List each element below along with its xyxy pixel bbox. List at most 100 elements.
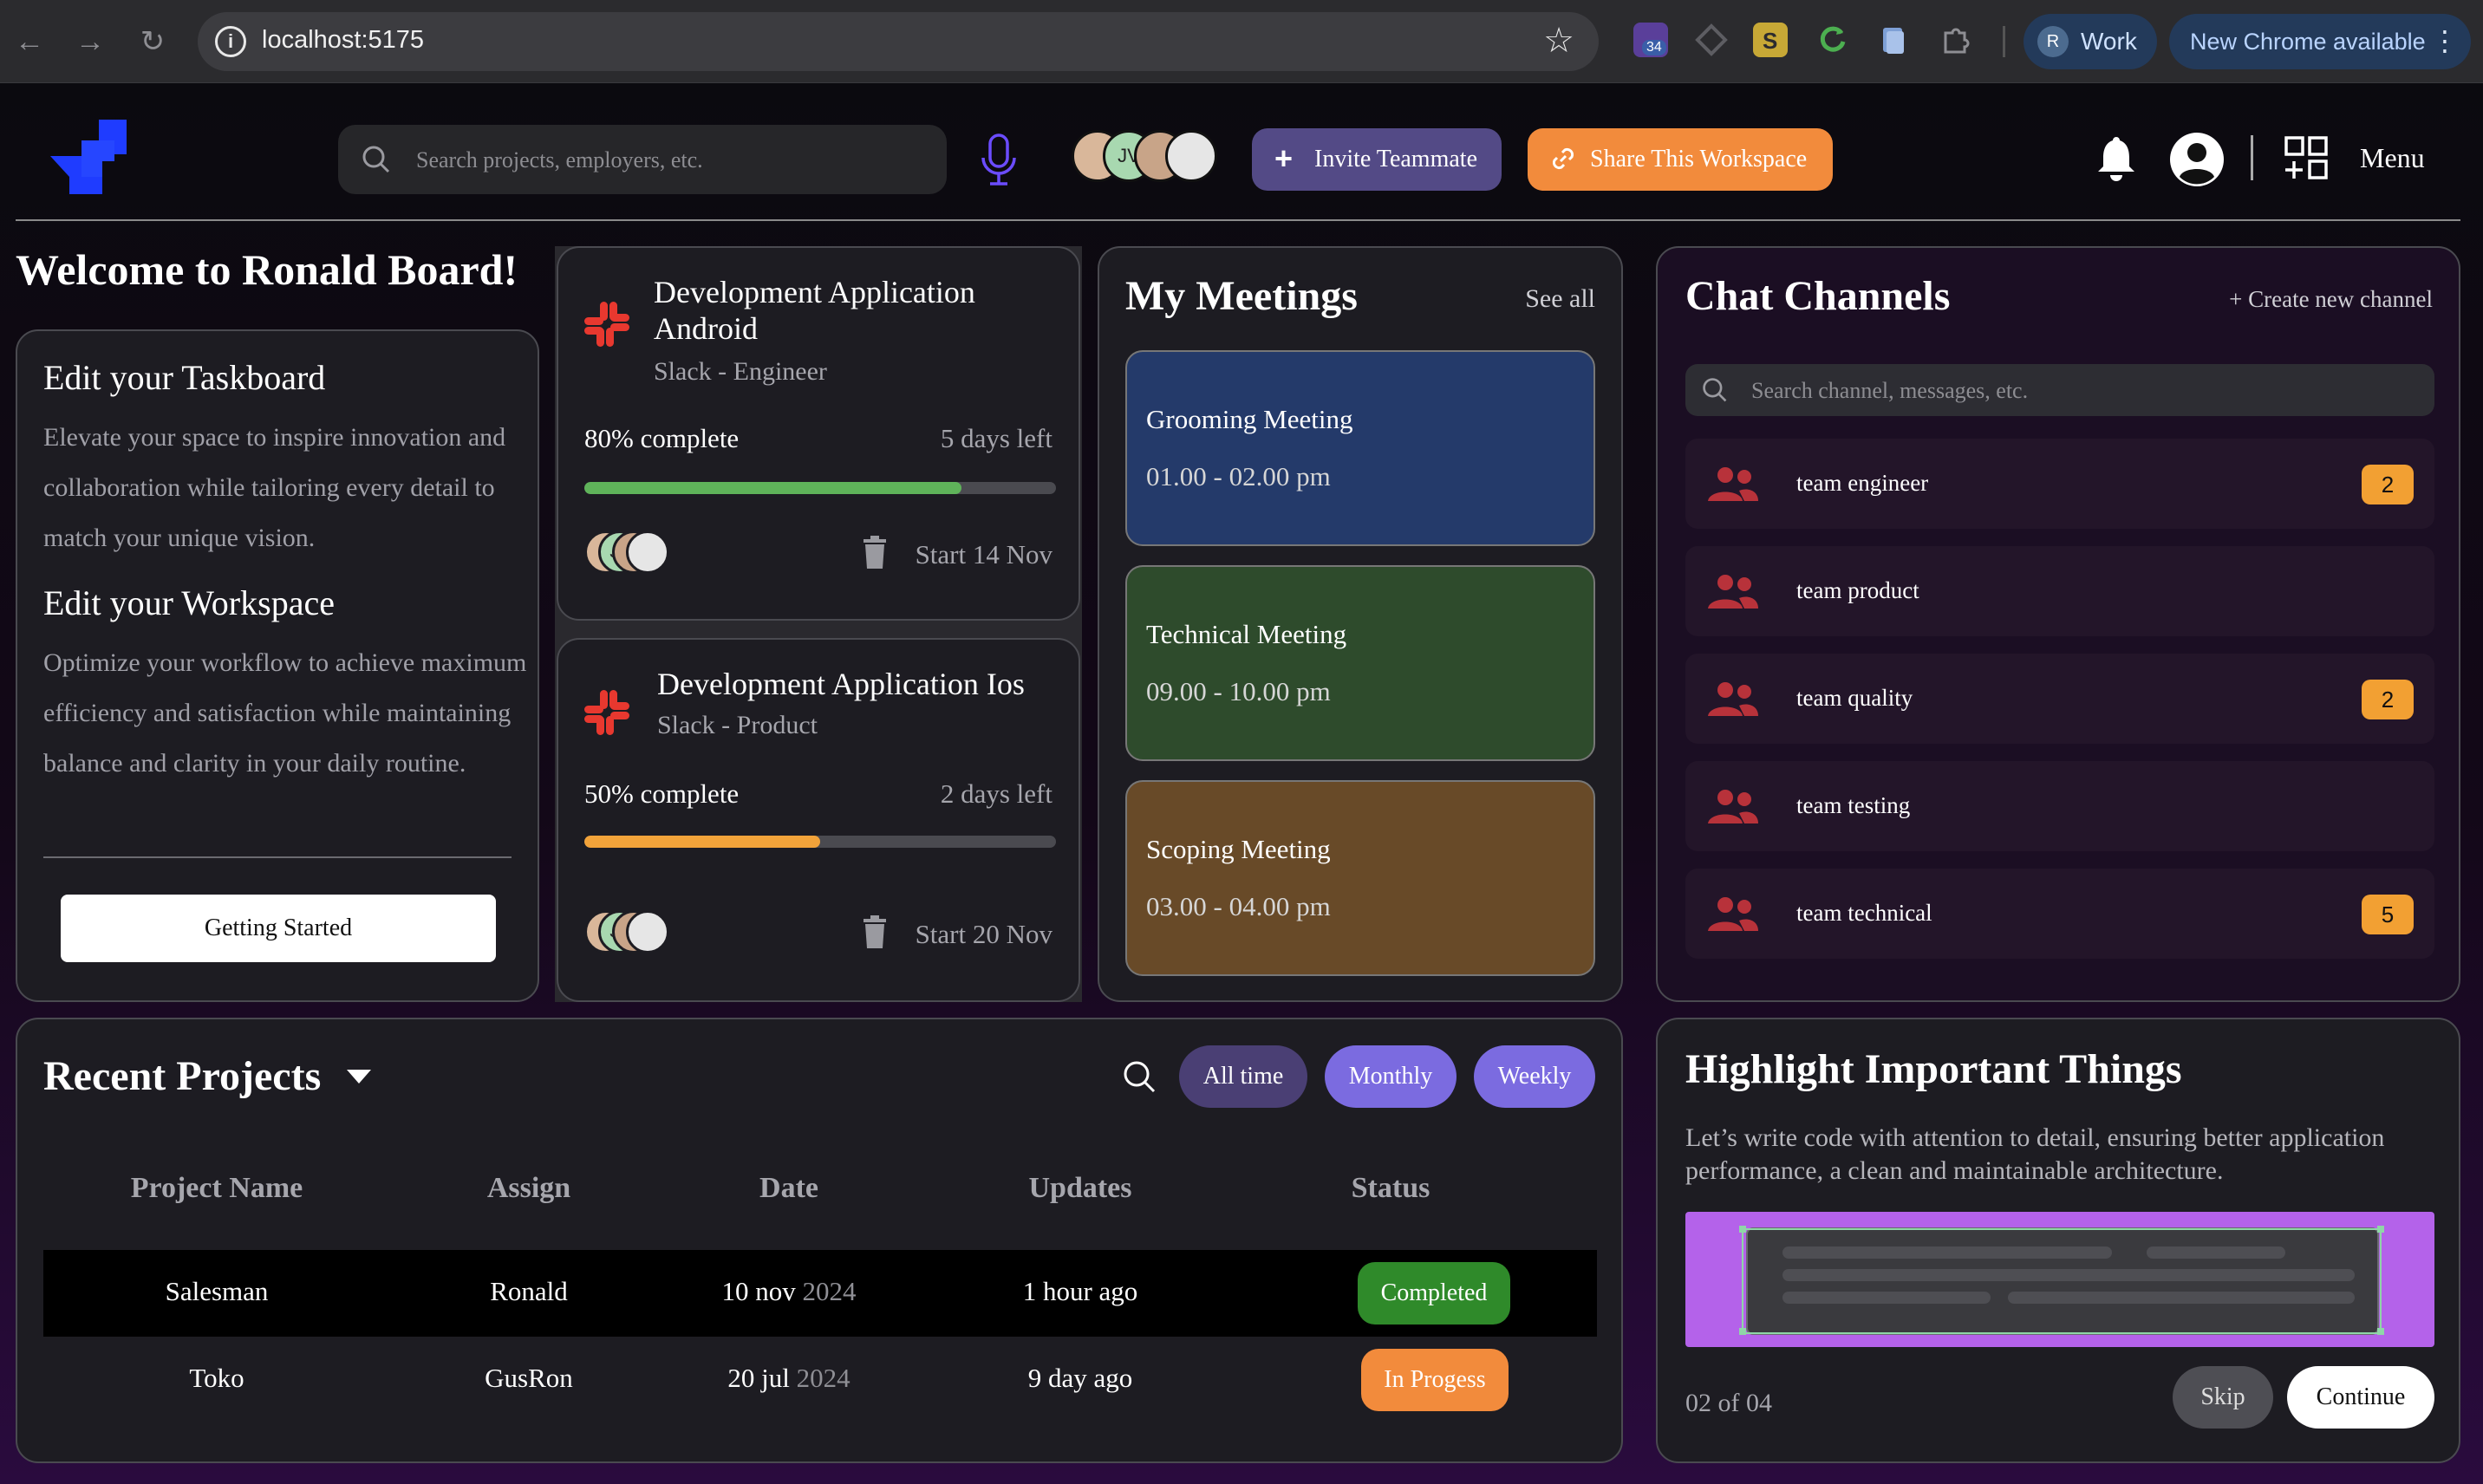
forward-icon[interactable]: → [69,21,111,62]
url-text[interactable]: localhost:5175 [262,26,424,55]
update-label: New Chrome available [2190,29,2426,55]
avatar[interactable] [626,530,669,574]
task-subtitle: Slack - Engineer [654,357,827,386]
filter-all-time[interactable]: All time [1179,1045,1307,1108]
channel-name: team quality [1796,685,1913,711]
task-days-left: 5 days left [940,423,1053,453]
continue-button[interactable]: Continue [2287,1366,2434,1429]
date-year: 2024 [802,1276,857,1306]
status-badge[interactable]: In Progess [1361,1349,1509,1411]
column-header[interactable]: Updates [942,1172,1219,1205]
avatar[interactable] [1165,130,1217,182]
edit-workspace-title: Edit your Workspace [43,583,335,622]
profile-button[interactable]: R Work [2024,14,2157,69]
chat-title: Chat Channels [1685,273,1951,319]
edit-workspace-text: Optimize your workflow to achieve maximu… [43,648,527,778]
project-name: Salesman [165,1276,269,1306]
date-year: 2024 [796,1363,850,1393]
task-subtitle: Slack - Product [657,711,818,739]
channel-item[interactable]: team quality 2 [1685,654,2434,744]
channel-search-placeholder: Search channel, messages, etc. [1751,378,2029,403]
extension-diamond-icon[interactable] [1694,23,1729,57]
share-workspace-button[interactable]: Share This Workspace [1528,128,1833,191]
address-bar[interactable]: i localhost:5175 ☆ [198,12,1599,71]
profile-avatar: R [2037,26,2069,57]
task-title: Development Application Ios [657,667,1025,701]
table-row[interactable]: Salesman Ronald 10 nov 2024 1 hour ago C… [43,1250,1597,1337]
project-name: Toko [189,1363,244,1393]
channel-item[interactable]: team technical 5 [1685,869,2434,959]
status-badge[interactable]: Completed [1358,1262,1510,1325]
search-icon[interactable] [1122,1059,1157,1094]
getting-started-button[interactable]: Getting Started [61,895,496,962]
channel-item[interactable]: team testing [1685,761,2434,851]
people-icon [1708,467,1758,501]
task-card[interactable]: Development Application Ios Slack - Prod… [557,638,1080,1002]
search-icon [1703,378,1727,402]
meeting-item[interactable]: Grooming Meeting 01.00 - 02.00 pm [1125,350,1595,546]
invite-teammate-button[interactable]: + Invite Teammate [1252,128,1502,191]
avatar[interactable] [626,910,669,954]
chrome-update-button[interactable]: New Chrome available ⋮ [2169,14,2471,69]
apps-grid-icon[interactable] [2284,135,2329,180]
svg-text:S: S [1763,28,1777,54]
projects-title: Recent Projects [43,1053,322,1099]
date-day: 20 jul [727,1363,790,1393]
meeting-time: 01.00 - 02.00 pm [1146,461,1331,491]
meeting-name: Grooming Meeting [1146,404,1353,434]
back-icon[interactable]: ← [9,21,50,62]
extension-badge: 34 [1642,40,1666,55]
channel-item[interactable]: team product [1685,546,2434,636]
reload-icon[interactable]: ↻ [132,21,173,62]
menu-button[interactable]: Menu [2360,142,2425,174]
channel-search-input[interactable]: Search channel, messages, etc. [1685,364,2434,416]
app-logo-icon[interactable] [47,116,130,199]
filter-weekly[interactable]: Weekly [1474,1045,1595,1108]
toolbar-divider [2003,26,2005,57]
microphone-icon[interactable] [980,133,1018,187]
site-info-icon[interactable]: i [215,26,246,57]
column-header[interactable]: Assign [390,1172,668,1205]
extension-s-icon[interactable]: S [1753,23,1788,57]
trash-icon[interactable] [862,915,888,948]
meeting-item[interactable]: Scoping Meeting 03.00 - 04.00 pm [1125,780,1595,976]
extensions-puzzle-icon[interactable] [1939,23,1973,57]
meetings-title: My Meetings [1125,273,1358,319]
date-day: 10 nov [721,1276,796,1306]
meeting-item[interactable]: Technical Meeting 09.00 - 10.00 pm [1125,565,1595,761]
chevron-down-icon[interactable] [345,1066,373,1087]
skip-button[interactable]: Skip [2173,1366,2273,1429]
tour-page-counter: 02 of 04 [1685,1389,1772,1417]
task-card[interactable]: Development Application Android Slack - … [557,246,1080,621]
extension-docs-icon[interactable] [1876,23,1911,57]
see-all-link[interactable]: See all [1525,284,1595,314]
user-profile-icon[interactable] [2169,132,2225,187]
plus-icon: + [1274,140,1294,176]
channel-item[interactable]: team engineer 2 [1685,439,2434,529]
task-start-date: Start 20 Nov [915,919,1053,949]
global-search-input[interactable]: Search projects, employers, etc. [338,125,947,194]
people-icon [1708,897,1758,931]
create-channel-link[interactable]: + Create new channel [2229,286,2433,313]
project-date: 20 jul 2024 [650,1363,928,1394]
column-header[interactable]: Status [1252,1172,1529,1205]
slack-icon [584,690,629,735]
table-row[interactable]: Toko GusRon 20 jul 2024 9 day ago In Pro… [43,1337,1597,1423]
filter-monthly[interactable]: Monthly [1325,1045,1457,1108]
meeting-name: Scoping Meeting [1146,834,1331,864]
notification-bell-icon[interactable] [2096,133,2136,182]
search-placeholder: Search projects, employers, etc. [416,147,703,172]
task-progress-label: 80% complete [584,423,740,453]
bookmark-star-icon[interactable]: ☆ [1543,21,1574,61]
column-header[interactable]: Date [650,1172,928,1205]
chat-channels-card: Chat Channels + Create new channel Searc… [1656,246,2460,1002]
more-vert-icon[interactable]: ⋮ [2431,24,2459,57]
trash-icon[interactable] [862,536,888,569]
extension-refresh-icon[interactable] [1815,23,1850,57]
task-progress-fill [584,482,962,494]
people-icon [1708,682,1758,716]
column-header[interactable]: Project Name [78,1172,355,1205]
project-updates: 9 day ago [1027,1363,1133,1393]
highlight-title: Highlight Important Things [1685,1046,2182,1092]
extension-icon[interactable]: 34 [1633,23,1668,57]
